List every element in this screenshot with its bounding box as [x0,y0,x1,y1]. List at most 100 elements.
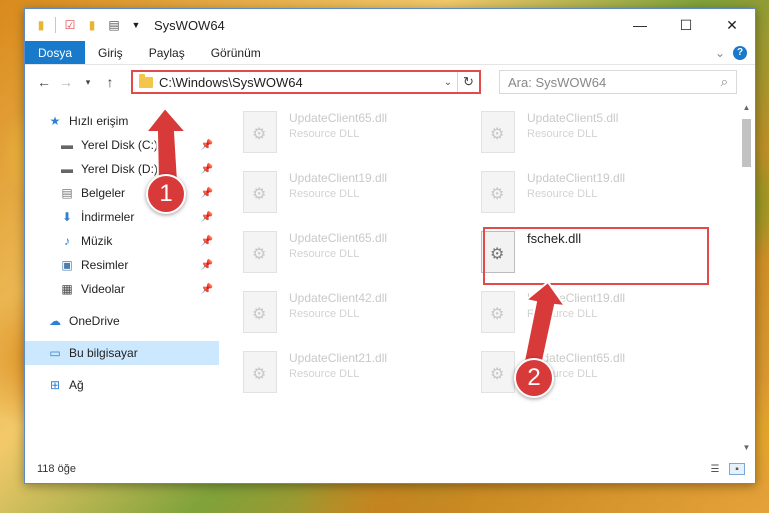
refresh-icon[interactable]: ↻ [457,72,479,92]
forward-arrow-icon[interactable]: → [55,74,77,90]
file-item[interactable]: UpdateClient5.dll Resource DLL [481,107,719,167]
scroll-down-icon[interactable]: ▼ [738,439,755,455]
sidebar-item-videos[interactable]: ▦ Videolar 📌 [25,277,219,301]
sidebar-item-label: İndirmeler [81,210,135,224]
cloud-icon: ☁ [49,314,61,328]
sidebar-item-label: Bu bilgisayar [69,346,138,360]
tab-share[interactable]: Paylaş [136,41,198,64]
address-path[interactable]: C:\Windows\SysWOW64 [159,75,439,90]
dll-file-icon [243,111,277,153]
sidebar-item-downloads[interactable]: ⬇ İndirmeler 📌 [25,205,219,229]
dll-file-icon [481,111,515,153]
file-item[interactable]: UpdateClient19.dll Resource DLL [243,167,481,227]
file-type: Resource DLL [289,248,360,260]
dll-file-icon [243,291,277,333]
chevron-down-icon[interactable]: ▼ [128,17,144,33]
divider [55,17,56,33]
file-item[interactable]: UpdateClient19.dll Resource DLL [481,287,719,347]
details-view-icon[interactable]: ☰ [707,463,723,475]
dll-file-icon [481,171,515,213]
sidebar-item-local-disk-d[interactable]: ▬ Yerel Disk (D:) 📌 [25,157,219,181]
file-name: UpdateClient19.dll [289,171,388,185]
tab-home[interactable]: Giriş [85,41,136,64]
chevron-down-icon[interactable]: ⌄ [439,77,457,88]
sidebar-item-pictures[interactable]: ▣ Resimler 📌 [25,253,219,277]
file-type: Resource DLL [527,188,598,200]
pin-icon[interactable]: 📌 [201,164,213,175]
scroll-up-icon[interactable]: ▲ [738,99,755,115]
file-item[interactable]: UpdateClient21.dll Resource DLL [243,347,481,407]
videos-icon: ▦ [61,282,73,296]
file-name: UpdateClient5.dll [527,111,619,125]
minimize-button[interactable]: — [617,9,663,41]
dll-file-icon [243,171,277,213]
large-icons-view-icon[interactable]: ▪ [729,463,745,475]
folder-icon [139,73,153,88]
file-explorer-window: ▮ ☑ ▮ ▤ ▼ SysWOW64 — ☐ ✕ Dosya Giriş Pay… [24,8,756,484]
music-icon: ♪ [64,234,70,248]
file-name: UpdateClient19.dll [527,291,626,305]
sidebar-item-onedrive[interactable]: ☁ OneDrive [25,309,219,333]
file-item[interactable]: UpdateClient42.dll Resource DLL [243,287,481,347]
folder-icon: ▮ [37,18,45,32]
sidebar-item-label: Yerel Disk (D:) [81,162,158,176]
drive-icon: ▬ [61,138,73,152]
help-icon[interactable]: ? [733,45,747,60]
navigation-bar: ← → ▾ ↑ C:\Windows\SysWOW64 ⌄ ↻ Ara: Sys… [25,65,755,99]
recent-locations-icon[interactable]: ▾ [77,77,99,88]
close-button[interactable]: ✕ [709,9,755,41]
file-name: UpdateClient65.dll [289,231,388,245]
sidebar-item-label: Ağ [69,378,84,392]
sidebar-item-documents[interactable]: ▤ Belgeler 📌 [25,181,219,205]
scrollbar-thumb[interactable] [742,119,751,167]
file-type: Resource DLL [289,308,360,320]
sidebar-item-local-disk-c[interactable]: ▬ Yerel Disk (C:) 📌 [25,133,219,157]
step-badge-1: 1 [146,174,186,214]
tab-view[interactable]: Görünüm [198,41,274,64]
sidebar-item-label: OneDrive [69,314,120,328]
sidebar-item-label: Belgeler [81,186,126,200]
file-item[interactable]: UpdateClient65.dll Resource DLL [243,227,481,287]
search-icon: ⌕ [720,74,728,89]
documents-icon: ▤ [61,186,73,200]
sidebar-item-label: Videolar [81,282,125,296]
pin-icon[interactable]: 📌 [201,212,213,223]
sidebar-item-this-pc[interactable]: ▭ Bu bilgisayar [25,341,219,365]
sidebar-item-music[interactable]: ♪ Müzik 📌 [25,229,219,253]
vertical-scrollbar[interactable]: ▲ ▼ [738,99,755,455]
status-bar: 118 öğe ☰ ▪ [25,455,755,483]
dll-file-icon [481,351,515,393]
up-arrow-icon[interactable]: ↑ [99,74,121,90]
tab-file[interactable]: Dosya [25,41,86,64]
sidebar-item-label: Hızlı erişim [69,114,129,128]
customize-toolbar-icon[interactable]: ▤ [106,17,122,33]
expand-ribbon-icon[interactable]: ⌄ [715,46,725,60]
file-item[interactable]: UpdateClient19.dll Resource DLL [481,167,719,227]
back-arrow-icon[interactable]: ← [33,74,55,90]
file-name: UpdateClient19.dll [527,171,626,185]
dll-file-icon [481,291,515,333]
pin-icon[interactable]: 📌 [201,188,213,199]
address-bar[interactable]: C:\Windows\SysWOW64 ⌄ ↻ [131,70,481,94]
star-icon: ★ [49,114,61,128]
pin-icon[interactable]: 📌 [201,260,213,271]
new-folder-icon[interactable]: ▮ [84,17,100,33]
highlight-box [483,227,709,285]
file-item[interactable]: UpdateClient65.dll Resource DLL [243,107,481,167]
title-bar: ▮ ☑ ▮ ▤ ▼ SysWOW64 — ☐ ✕ [25,9,755,41]
dll-file-icon [243,231,277,273]
file-type: Resource DLL [289,128,360,140]
pin-icon[interactable]: 📌 [201,284,213,295]
sidebar-item-network[interactable]: ⊞ Ağ [25,373,219,397]
file-name: UpdateClient42.dll [289,291,388,305]
download-icon: ⬇ [61,210,73,224]
pin-icon[interactable]: 📌 [201,236,213,247]
file-type: Resource DLL [289,368,360,380]
properties-icon[interactable]: ☑ [62,17,78,33]
sidebar-item-quick-access[interactable]: ★ Hızlı erişim [25,109,219,133]
search-input[interactable]: Ara: SysWOW64 ⌕ [499,70,737,94]
maximize-button[interactable]: ☐ [663,9,709,41]
file-type: Resource DLL [527,128,598,140]
pin-icon[interactable]: 📌 [201,140,213,151]
dll-file-icon [243,351,277,393]
